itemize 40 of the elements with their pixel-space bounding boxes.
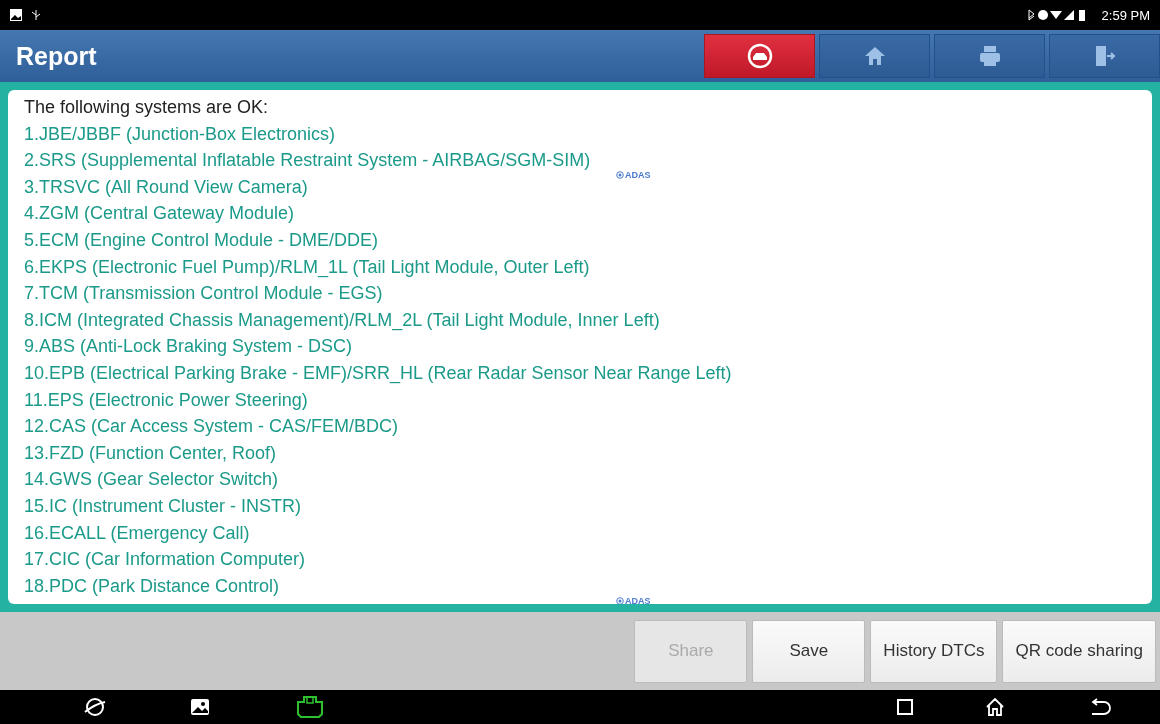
system-item: 10.EPB (Electrical Parking Brake - EMF)/SRR_HL (Rear Radar Sensor Near Range Left) <box>24 361 732 386</box>
system-item: 6.EKPS (Electronic Fuel Pump)/RLM_1L (Tail Light Module, Outer Left) <box>24 255 590 280</box>
system-item: 2.SRS (Supplemental Inflatable Restraint System - AIRBAG/SGM-SIM) <box>24 149 591 173</box>
exit-button[interactable] <box>1049 34 1160 78</box>
system-item: 17.CIC (Car Information Computer) <box>24 548 306 572</box>
clock-time: 2:59 PM <box>1101 7 1150 23</box>
home-icon <box>863 45 886 67</box>
system-item: 5.ECM (Engine Control Module - DME/DDE) <box>24 228 379 252</box>
image-icon <box>10 9 22 21</box>
exit-icon <box>1093 44 1116 68</box>
system-item: 16.ECALL (Emergency Call) <box>24 521 250 545</box>
action-button[interactable]: QR code sharing <box>1002 619 1156 683</box>
system-item: 12.CAS (Car Access System - CAS/FEM/BDC) <box>24 415 399 439</box>
adas-badge: ADAS <box>616 595 651 604</box>
system-item: 14.GWS (Gear Selector Switch) <box>24 468 279 492</box>
system-item: 1.JBE/JBBF (Junction-Box Electronics) <box>24 122 336 146</box>
system-item: 4.ZGM (Central Gateway Module) <box>24 202 295 226</box>
car-button[interactable] <box>704 34 815 78</box>
gallery-icon[interactable] <box>190 698 210 716</box>
system-item: 13.FZD (Function Center, Roof) <box>24 441 277 465</box>
action-button[interactable]: History DTCs <box>870 619 998 683</box>
system-item: 3.TRSVC (All Round View Camera) <box>24 175 308 199</box>
system-item: 18.PDC (Park Distance Control) <box>24 574 280 598</box>
system-item: 15.IC (Instrument Cluster - INSTR) <box>24 494 302 518</box>
recent-apps-icon[interactable] <box>897 699 913 715</box>
system-item: 7.TCM (Transmission Control Module - EGS) <box>24 282 383 306</box>
system-item: 8.ICM (Integrated Chassis Management)/RLM_2L (Tail Light Module, Inner Left) <box>24 308 660 333</box>
report-heading: The following systems are OK: <box>24 96 270 119</box>
system-item: 11.EPS (Electronic Power Steering) <box>24 388 308 412</box>
status-icons-drawing <box>1025 8 1088 22</box>
adas-badge: ADAS <box>616 170 651 181</box>
print-button[interactable] <box>934 34 1045 78</box>
home-button[interactable] <box>819 34 930 78</box>
page-title: Report <box>16 41 98 71</box>
home-icon[interactable] <box>985 698 1005 716</box>
action-button[interactable]: Save <box>752 619 866 683</box>
usb-icon <box>30 9 42 21</box>
vci-connector-icon[interactable] <box>295 696 325 718</box>
printer-icon <box>977 44 1002 68</box>
system-item: 9.ABS (Anti-Lock Braking System - DSC) <box>24 335 353 359</box>
